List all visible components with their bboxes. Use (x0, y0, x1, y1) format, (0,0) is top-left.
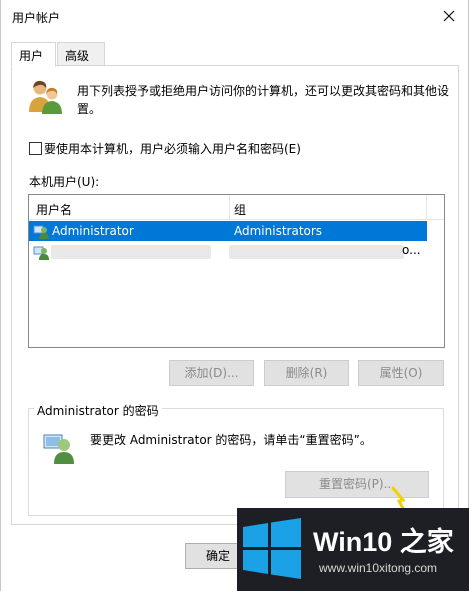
user-icon (33, 225, 49, 239)
properties-button[interactable]: 属性(O) (358, 360, 444, 386)
require-login-checkbox[interactable] (29, 142, 42, 155)
row-group-truncated: o... (402, 243, 421, 257)
column-divider[interactable] (229, 195, 230, 219)
table-row[interactable]: Administrator Administrators (29, 221, 427, 241)
row-username: Administrator (52, 224, 134, 238)
row-group: Administrators (234, 224, 323, 238)
password-instructions: 要更改 Administrator 的密码，请单击“重置密码”。 (90, 433, 372, 447)
close-button[interactable] (436, 4, 462, 28)
title-bar[interactable]: 用户帐户 (1, 0, 468, 32)
watermark-name: Win10 之家 (313, 527, 454, 557)
users-list-header: 用户名 组 (29, 195, 444, 220)
tab-advanced[interactable]: 高级 (57, 42, 105, 66)
password-group-box (28, 408, 444, 516)
users-icon (29, 80, 62, 114)
table-row[interactable]: o... (29, 242, 427, 262)
add-user-button[interactable]: 添加(D)... (169, 360, 254, 386)
intro-text: 用下列表授予或拒绝用户访问你的计算机，还可以更改其密码和其他设置。 (77, 84, 450, 116)
redacted-group (229, 245, 404, 259)
tab-users[interactable]: 用户 (11, 42, 56, 67)
watermark-url: www.win10xitong.com (319, 561, 438, 575)
remove-user-button[interactable]: 删除(R) (264, 360, 349, 386)
users-list-label: 本机用户(U): (29, 175, 100, 189)
require-login-label: 要使用本计算机，用户必须输入用户名和密码(E) (44, 142, 301, 156)
windows-logo-icon (243, 518, 301, 579)
user-icon (33, 246, 49, 260)
column-divider[interactable] (426, 195, 427, 219)
users-list[interactable]: 用户名 组 Administrator Administrators o... (28, 194, 445, 348)
user-accounts-window: 用户帐户 用户 高级 用下列表授予或拒绝用户访问你的计算机，还可以更改其密码和其… (0, 0, 469, 591)
require-login-option[interactable]: 要使用本计算机，用户必须输入用户名和密码(E) (29, 140, 301, 157)
close-icon (443, 10, 455, 22)
watermark-banner: Win10 之家 www.win10xitong.com (237, 508, 469, 591)
password-group-title: Administrator 的密码 (34, 402, 162, 419)
column-header-group[interactable]: 组 (234, 201, 246, 218)
column-header-username[interactable]: 用户名 (36, 201, 72, 218)
admin-user-icon (43, 434, 74, 464)
redacted-username (51, 245, 211, 259)
window-title: 用户帐户 (12, 11, 61, 25)
